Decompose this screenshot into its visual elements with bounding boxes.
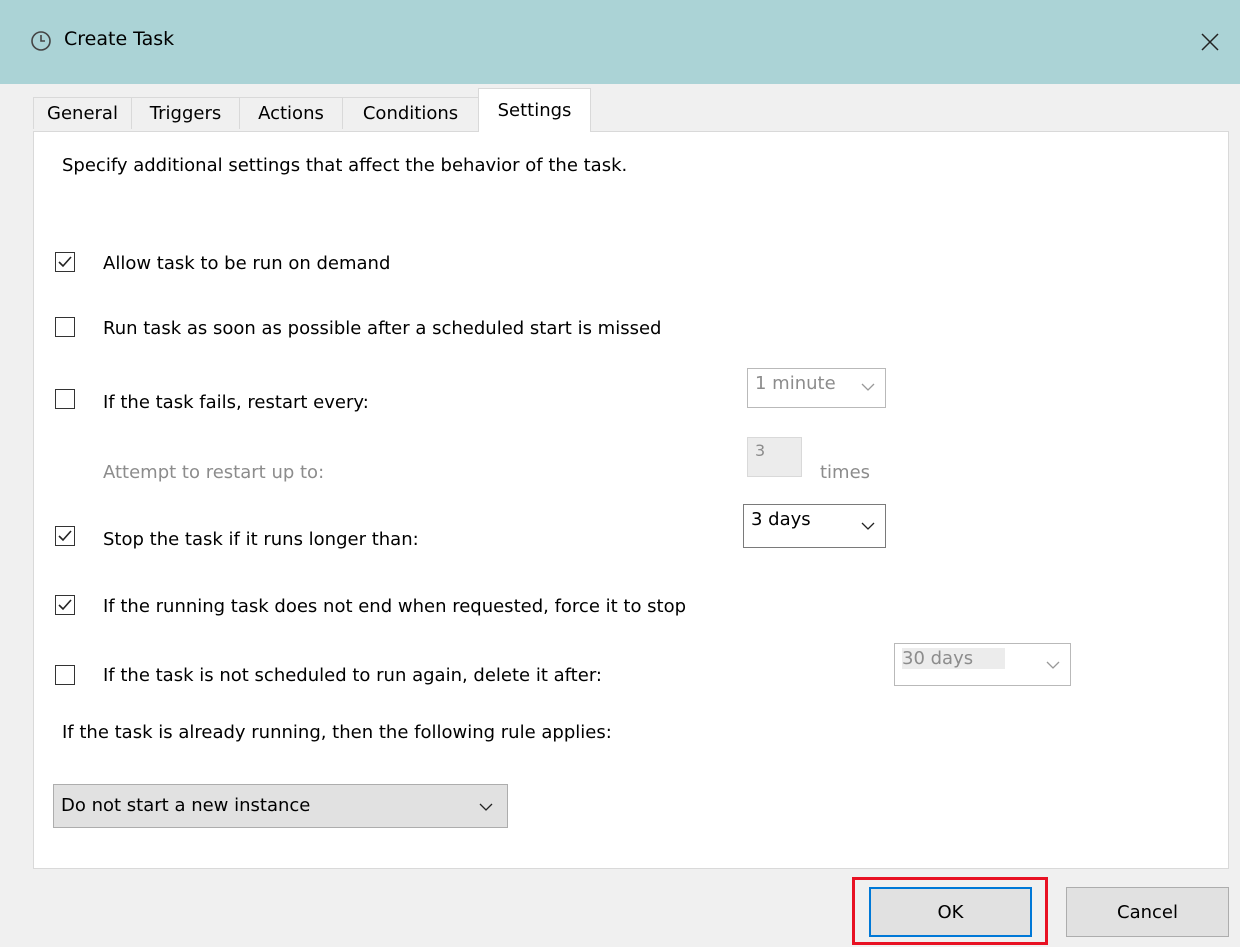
stop-if-longer-label: Stop the task if it runs longer than: xyxy=(103,529,419,550)
delete-after-dropdown[interactable]: 30 days xyxy=(894,643,1071,686)
chevron-down-icon xyxy=(1046,661,1060,669)
window-title: Create Task xyxy=(64,28,175,50)
checkmark-icon xyxy=(58,599,72,611)
checkmark-icon xyxy=(58,256,72,268)
restart-count-input[interactable]: 3 xyxy=(747,437,802,477)
title-bar: Create Task xyxy=(0,0,1240,84)
restart-interval-value: 1 minute xyxy=(755,373,836,394)
settings-panel xyxy=(33,131,1229,869)
times-suffix: times xyxy=(820,462,871,483)
close-button[interactable] xyxy=(1180,14,1240,70)
allow-on-demand-checkbox[interactable] xyxy=(55,252,75,272)
chevron-down-icon xyxy=(479,803,493,811)
delete-after-value: 30 days xyxy=(902,648,1006,669)
stop-duration-dropdown[interactable]: 3 days xyxy=(743,504,886,548)
ok-highlight-box xyxy=(852,877,1048,945)
chevron-down-icon xyxy=(861,522,875,530)
chevron-down-icon xyxy=(861,383,875,391)
rule-label: If the task is already running, then the… xyxy=(62,722,612,743)
run-asap-checkbox[interactable] xyxy=(55,317,75,337)
settings-description: Specify additional settings that affect … xyxy=(62,155,628,176)
close-icon xyxy=(1201,33,1219,51)
cancel-button[interactable]: Cancel xyxy=(1066,887,1229,937)
restart-interval-dropdown[interactable]: 1 minute xyxy=(747,368,886,408)
restart-count-value: 3 xyxy=(755,441,766,460)
rule-value: Do not start a new instance xyxy=(61,795,311,816)
clock-icon xyxy=(31,31,51,51)
tab-settings[interactable]: Settings xyxy=(478,88,591,132)
restart-on-fail-checkbox[interactable] xyxy=(55,389,75,409)
rule-dropdown[interactable]: Do not start a new instance xyxy=(53,784,508,828)
checkmark-icon xyxy=(58,530,72,542)
stop-if-longer-checkbox[interactable] xyxy=(55,526,75,546)
delete-after-checkbox[interactable] xyxy=(55,665,75,685)
tab-conditions[interactable]: Conditions xyxy=(342,97,479,129)
allow-on-demand-label: Allow task to be run on demand xyxy=(103,253,391,274)
delete-after-label: If the task is not scheduled to run agai… xyxy=(103,665,602,686)
tab-actions[interactable]: Actions xyxy=(239,97,343,129)
attempt-restart-label: Attempt to restart up to: xyxy=(103,462,325,483)
stop-duration-value: 3 days xyxy=(751,509,811,530)
tab-general[interactable]: General xyxy=(33,97,132,129)
force-stop-checkbox[interactable] xyxy=(55,595,75,615)
tab-triggers[interactable]: Triggers xyxy=(131,97,240,129)
force-stop-label: If the running task does not end when re… xyxy=(103,596,687,617)
run-asap-label: Run task as soon as possible after a sch… xyxy=(103,318,662,339)
restart-on-fail-label: If the task fails, restart every: xyxy=(103,392,369,413)
